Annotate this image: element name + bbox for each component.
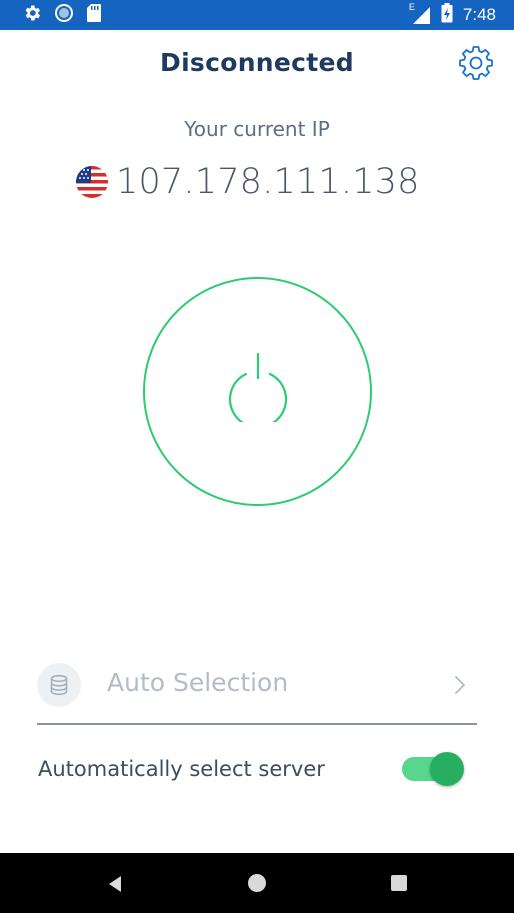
gear-icon bbox=[457, 44, 495, 86]
us-flag-icon bbox=[76, 166, 108, 198]
auto-select-label: Automatically select server bbox=[38, 757, 325, 781]
power-icon bbox=[226, 350, 290, 429]
settings-button[interactable] bbox=[455, 44, 497, 86]
status-bar: E 7:48 bbox=[0, 0, 514, 30]
server-selection-row[interactable]: Auto Selection bbox=[37, 658, 477, 724]
home-icon[interactable] bbox=[248, 874, 266, 892]
chevron-right-icon bbox=[453, 674, 467, 696]
divider bbox=[37, 723, 477, 725]
ip-row: 107.178.111.138 bbox=[76, 160, 420, 204]
signal-icon: E bbox=[409, 2, 431, 25]
gear-icon bbox=[22, 3, 42, 27]
auto-select-toggle[interactable] bbox=[400, 752, 466, 786]
status-bar-left bbox=[22, 3, 102, 27]
ip-label: Your current IP bbox=[184, 117, 330, 141]
recent-apps-icon[interactable] bbox=[391, 875, 407, 891]
server-label: Auto Selection bbox=[107, 668, 289, 697]
database-icon bbox=[37, 663, 81, 707]
circle-icon bbox=[54, 3, 74, 27]
status-bar-right: E 7:48 bbox=[409, 2, 496, 27]
sd-card-icon bbox=[86, 3, 102, 27]
toggle-knob bbox=[430, 752, 464, 786]
page-title: Disconnected bbox=[160, 48, 354, 77]
back-icon[interactable] bbox=[104, 873, 126, 895]
battery-icon bbox=[441, 3, 453, 27]
status-time: 7:48 bbox=[462, 5, 496, 24]
navigation-bar bbox=[0, 853, 514, 913]
ip-address: 107.178.111.138 bbox=[116, 162, 420, 202]
